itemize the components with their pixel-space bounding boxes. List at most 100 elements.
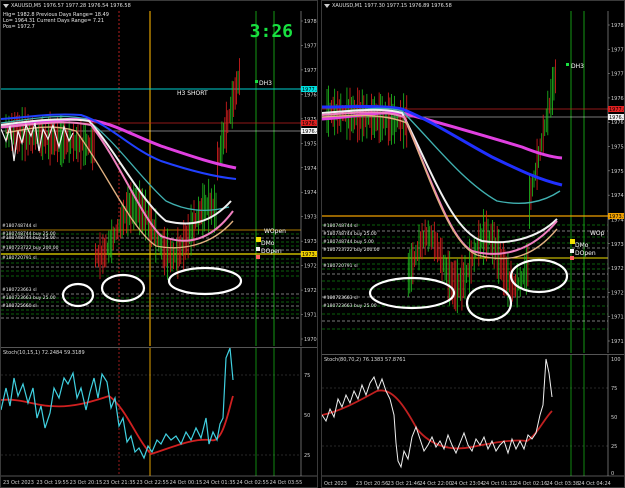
price-axis-tick: 1978.40 [611, 23, 625, 29]
stoch-axis-tick: 25 [304, 453, 310, 459]
dropdown-triangle-icon[interactable] [324, 4, 330, 8]
price-axis-tick: 1974.8 [304, 166, 318, 172]
time-axis-tick: 23 Oct 21:46 [388, 481, 421, 487]
price-axis-tick: 1973.7 [304, 215, 318, 221]
price-axis-tick: 1975.65 [611, 145, 625, 151]
price-axis-tick: 1975.35 [304, 141, 318, 147]
time-axis-tick: 24 Oct 00:15 [170, 480, 203, 486]
right-dopen-label: DOpen [575, 250, 596, 257]
left-price-tags: 1977.20 1976.58 1976.45 1973.25 [301, 86, 318, 258]
order-label: #180723663 sl [323, 295, 358, 301]
left-time-axis: 23 Oct 2023 23 Oct 19:55 23 Oct 20:15 23 Oc… [3, 480, 302, 486]
time-axis-tick: 24 Oct 04:24 [578, 481, 611, 487]
price-tag-label: 1976.45 [302, 129, 318, 135]
countdown-clock: 3:26 [249, 21, 293, 42]
order-label: #180723663 buy 25.00 [323, 303, 377, 309]
price-axis-tick: 1972.35 [611, 290, 625, 296]
time-axis-tick: 24 Oct 02:55 [236, 480, 269, 486]
left-dopen-label: DOpen [261, 248, 282, 255]
time-axis-tick: 24 Oct 22:00 [419, 481, 452, 487]
left-dh3-label: DH3 [259, 80, 272, 87]
right-ohlc: 1977.30 1977.15 1976.89 1976.58 [364, 2, 452, 9]
price-axis-tick: 1974.25 [304, 190, 318, 196]
time-axis-tick: 23 Oct 20:56 [356, 481, 389, 487]
order-label: #180723722 buy 200.00 [2, 245, 59, 251]
left-chart-window[interactable]: H3 SHORT DH3 WOpen DMo DOpen #180748744 … [0, 0, 318, 488]
stoch-axis-tick: 50 [304, 413, 310, 419]
order-label: #180748744 buy 5.00 [323, 239, 374, 245]
time-axis-tick: 23 Oct 19:55 [36, 480, 69, 486]
time-axis-tick: 24 Oct 01:32 [483, 481, 516, 487]
price-axis-tick: 1974.55 [611, 193, 625, 199]
price-tag-label: 1976.58 [609, 115, 625, 121]
right-wopen-label: WOp [590, 230, 605, 237]
price-axis-tick: 1978.1 [304, 19, 318, 25]
price-axis-tick: 1975.10 [611, 169, 625, 175]
time-axis-tick: 23 Oct 20:15 [70, 480, 103, 486]
left-stochastic-chart[interactable]: 75 50 25 23 Oct 2023 23 Oct 19:55 23 Oct 20:… [1, 348, 318, 488]
order-label: #180723722 buy 200.00 [323, 247, 380, 253]
left-price-chart[interactable]: H3 SHORT DH3 WOpen DMo DOpen #180748744 … [1, 1, 318, 346]
price-axis-tick: 1972.05 [304, 288, 318, 294]
left-symbol-title: XAUUSD,M5 [11, 2, 42, 9]
price-axis-tick: 1976.45 [304, 92, 318, 98]
stoch-axis-tick: 75 [611, 386, 617, 392]
price-axis-tick: 1977.30 [611, 72, 625, 78]
price-axis-tick: 1976.75 [611, 96, 625, 102]
right-stochastic-chart[interactable]: 1007550250 Oct 2023 23 Oct 20:56 23 Oct 21… [322, 355, 625, 488]
right-stoch-main [322, 358, 553, 469]
left-price-axis: 1978.11977.551977.01976.451975.91975.351… [301, 19, 318, 343]
stoch-axis-tick: 25 [611, 444, 617, 450]
price-axis-tick: 1971.80 [611, 315, 625, 321]
price-axis-tick: 1970.95 [304, 337, 318, 343]
h3-short-label: H3 SHORT [177, 90, 208, 97]
order-label: #180748744 buy 25.00 [323, 231, 377, 237]
order-label: #180748744 sl [2, 223, 37, 229]
time-axis-tick: 24 Oct 01:35 [203, 480, 236, 486]
right-time-axis: Oct 2023 23 Oct 20:56 23 Oct 21:46 24 Oct 2… [324, 481, 611, 487]
right-title-bar: XAUUSD,M1 1977.30 1977.15 1976.89 1976.5… [322, 1, 624, 11]
order-label: #180723663 buy 25.00 [2, 295, 56, 301]
time-axis-tick: 23 Oct 22:55 [136, 480, 169, 486]
right-stoch-signal [322, 389, 553, 450]
order-label: #180748744 sl [323, 223, 358, 229]
left-info-line-3: Pos= 1972.7 [3, 24, 35, 30]
price-axis-tick: 1971.25 [611, 339, 625, 345]
price-axis-tick: 1972.6 [304, 264, 318, 270]
right-price-axis: 1978.40 1977.85 1977.30 1976.75 1976.20 1975.… [608, 23, 625, 345]
right-dmo-label: DMo [575, 242, 589, 249]
order-label: #180723663 sl [2, 287, 37, 293]
price-tag-label: 1977.00 [609, 107, 625, 113]
price-axis-tick: 1971.5 [304, 313, 318, 319]
price-axis-tick: 1973.15 [304, 239, 318, 245]
time-axis-tick: 24 Oct 03:38 [546, 481, 579, 487]
right-stoch-axis: 1007550250 [611, 357, 621, 477]
left-wopen-label: WOpen [264, 228, 286, 235]
time-axis-tick: 24 Oct 03:55 [270, 480, 303, 486]
right-price-chart[interactable]: DH3 WOp DMo DOpen #180748744 sl #18074874… [322, 1, 625, 353]
time-axis-tick: 24 Oct 23:04 [451, 481, 484, 487]
order-label: #180720791 sl [2, 255, 37, 261]
right-symbol-title: XAUUSD,M1 [332, 2, 363, 9]
stoch-axis-tick: 75 [304, 373, 310, 379]
left-title-bar: XAUUSD,M5 1976.57 1977.28 1976.54 1976.5… [1, 1, 317, 11]
price-axis-tick: 1972.90 [611, 266, 625, 272]
order-label: #180720791 sl [323, 263, 358, 269]
left-dmo-label: DMo [261, 240, 275, 247]
price-tag-label: 1977.20 [302, 87, 318, 93]
price-axis-tick: 1977.55 [304, 43, 318, 49]
order-label: #180725660 sl [2, 303, 37, 309]
stoch-axis-tick: 100 [611, 357, 621, 363]
right-chart-window[interactable]: DH3 WOp DMo DOpen #180748744 sl #18074874… [321, 0, 625, 488]
price-axis-tick: 1977.0 [304, 68, 318, 74]
price-axis-tick: 1973.45 [611, 242, 625, 248]
stoch-axis-tick: 50 [611, 415, 617, 421]
time-axis-tick: 23 Oct 21:35 [103, 480, 136, 486]
left-stoch-axis: 75 50 25 [304, 373, 310, 459]
time-axis-tick: 24 Oct 02:16 [515, 481, 548, 487]
dropdown-triangle-icon[interactable] [3, 4, 9, 8]
left-ohlc: 1976.57 1977.28 1976.54 1976.58 [43, 2, 131, 9]
right-dh3-label: DH3 [571, 63, 584, 70]
order-label: #180748744 buy 25.00 [2, 235, 56, 241]
price-axis-tick: 1976.20 [611, 120, 625, 126]
